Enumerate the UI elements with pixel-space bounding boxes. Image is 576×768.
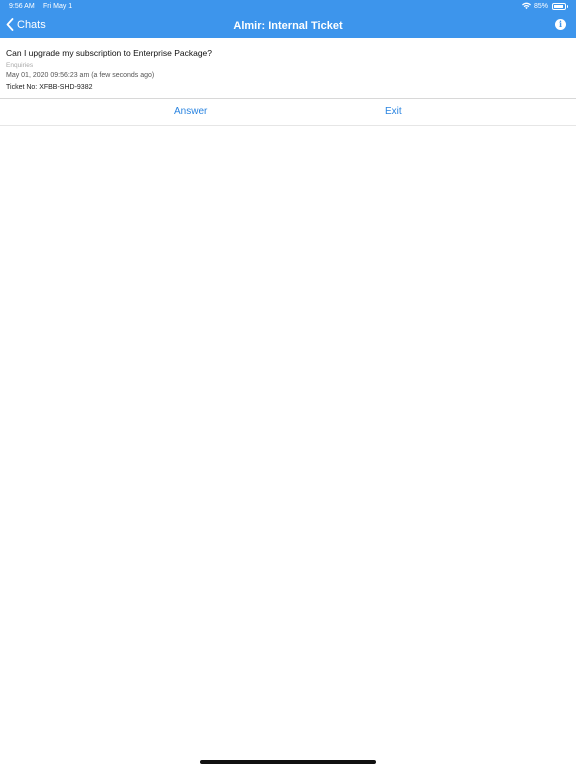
battery-fill [554,4,563,8]
ticket-screen: 9:56 AM Fri May 1 85% Chats Almir: Inter… [0,0,576,768]
home-indicator[interactable] [200,760,376,764]
battery-icon [552,2,568,10]
ticket-actions: Answer Exit [0,99,576,126]
status-date: Fri May 1 [43,3,73,10]
ticket-card: Can I upgrade my subscription to Enterpr… [0,38,576,99]
info-icon[interactable]: i [555,19,566,30]
ticket-number: Ticket No: XFBB-SHD-9382 [6,84,93,91]
answer-button[interactable]: Answer [174,106,207,117]
exit-button[interactable]: Exit [385,106,402,117]
ticket-question: Can I upgrade my subscription to Enterpr… [6,48,213,58]
ticket-timestamp: May 01, 2020 09:56:23 am (a few seconds … [6,72,155,79]
battery-percent: 85% [533,2,548,10]
top-bar: 9:56 AM Fri May 1 85% Chats Almir: Inter… [0,0,576,38]
wifi-icon [521,2,531,10]
status-bar: 9:56 AM Fri May 1 85% [0,0,576,14]
page-title: Almir: Internal Ticket [233,20,343,32]
status-time: 9:56 AM [9,3,35,10]
navigation-bar: Chats Almir: Internal Ticket i [0,14,576,38]
ticket-category: Enquiries [6,62,34,69]
status-right: 85% [521,2,568,10]
